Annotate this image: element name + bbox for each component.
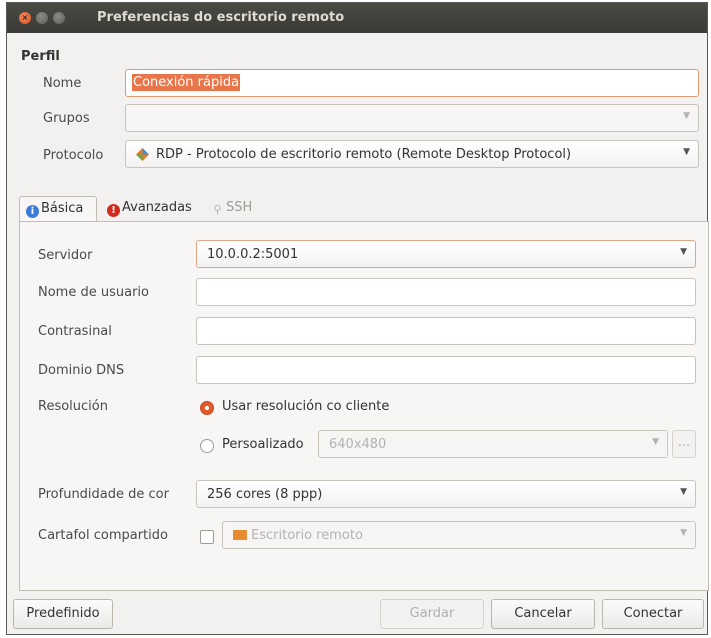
radio-client-resolution[interactable] xyxy=(200,401,214,415)
groups-label: Grupos xyxy=(43,111,90,126)
dns-domain-field[interactable] xyxy=(196,356,696,384)
maximize-icon[interactable] xyxy=(53,12,65,24)
server-label: Servidor xyxy=(38,248,93,263)
tab-ssh[interactable]: ⚲ SSH xyxy=(205,196,265,222)
chevron-down-icon: ▼ xyxy=(680,247,687,257)
radio-custom-resolution[interactable] xyxy=(200,439,214,453)
resolution-label: Resolución xyxy=(38,399,108,414)
dns-domain-label: Dominio DNS xyxy=(38,363,125,378)
close-icon[interactable]: × xyxy=(19,12,31,24)
protocol-combo-value: RDP - Protocolo de escritorio remoto (Re… xyxy=(156,147,572,162)
preferences-window: × Preferencias do escritorio remoto Perf… xyxy=(6,2,709,635)
profile-section-title: Perfil xyxy=(21,49,60,64)
custom-resolution-value: 640x480 xyxy=(329,437,387,452)
default-button[interactable]: Predefinido xyxy=(13,599,113,629)
shared-folder-label: Cartafol compartido xyxy=(38,528,168,543)
shared-folder-checkbox[interactable] xyxy=(200,530,214,544)
password-field[interactable] xyxy=(196,317,696,345)
color-depth-combo[interactable]: 256 cores (8 ppp) ▼ xyxy=(196,480,696,508)
radio-custom-resolution-label[interactable]: Persoalizado xyxy=(222,437,304,452)
chevron-down-icon: ▼ xyxy=(652,437,659,447)
server-combo[interactable]: 10.0.0.2:5001 ▼ xyxy=(196,240,696,268)
ssh-icon: ⚲ xyxy=(213,203,222,216)
tab-advanced[interactable]: ! Avanzadas xyxy=(101,196,201,222)
password-label: Contrasinal xyxy=(38,324,112,339)
minimize-icon[interactable] xyxy=(36,12,48,24)
info-icon: i xyxy=(26,205,39,218)
custom-resolution-combo[interactable]: 640x480 ▼ xyxy=(318,430,668,458)
basic-panel: Servidor 10.0.0.2:5001 ▼ Nome de usuario… xyxy=(19,221,709,591)
rdp-icon xyxy=(136,148,149,161)
radio-client-resolution-label[interactable]: Usar resolución co cliente xyxy=(222,399,389,414)
groups-combo[interactable]: ▼ xyxy=(125,104,699,132)
username-field[interactable] xyxy=(196,278,696,306)
folder-icon xyxy=(233,530,247,540)
chevron-down-icon: ▼ xyxy=(683,111,690,121)
chevron-down-icon: ▼ xyxy=(683,147,690,157)
cancel-button[interactable]: Cancelar xyxy=(491,599,595,629)
tab-basic[interactable]: i Básica xyxy=(19,196,97,222)
protocol-label: Protocolo xyxy=(43,148,104,163)
tab-advanced-label: Avanzadas xyxy=(122,200,192,215)
username-label: Nome de usuario xyxy=(38,285,149,300)
name-field-value: Conexión rápida xyxy=(132,74,241,91)
name-field[interactable]: Conexión rápida xyxy=(125,69,699,97)
name-label: Nome xyxy=(43,76,82,91)
window-title: Preferencias do escritorio remoto xyxy=(97,10,345,25)
warning-icon: ! xyxy=(107,204,120,217)
title-bar: × Preferencias do escritorio remoto xyxy=(7,3,707,33)
shared-folder-combo[interactable]: Escritorio remoto ▼ xyxy=(222,521,696,549)
protocol-combo[interactable]: RDP - Protocolo de escritorio remoto (Re… xyxy=(125,140,699,168)
chevron-down-icon: ▼ xyxy=(680,487,687,497)
connect-button[interactable]: Conectar xyxy=(602,599,704,629)
color-depth-label: Profundidade de cor xyxy=(38,487,169,502)
tab-ssh-label: SSH xyxy=(226,200,253,215)
shared-folder-value: Escritorio remoto xyxy=(251,528,363,543)
save-button[interactable]: Gardar xyxy=(380,599,484,629)
chevron-down-icon: ▼ xyxy=(680,528,687,538)
color-depth-value: 256 cores (8 ppp) xyxy=(207,487,323,502)
tab-basic-label: Básica xyxy=(41,201,84,216)
server-combo-value: 10.0.0.2:5001 xyxy=(207,247,299,262)
custom-resolution-more-button[interactable]: ... xyxy=(672,430,696,458)
